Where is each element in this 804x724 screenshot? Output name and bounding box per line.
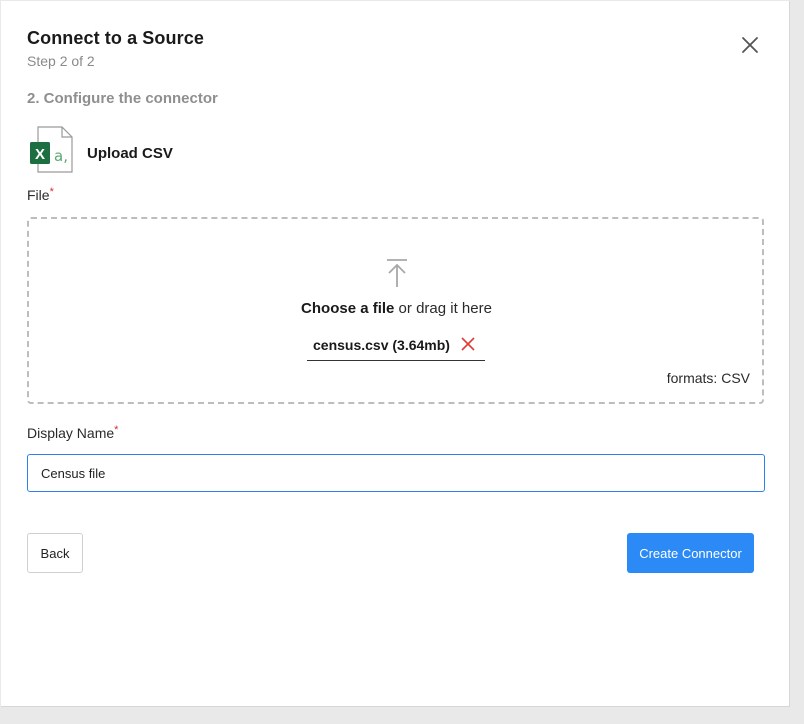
selected-file-name: census.csv (3.64mb): [313, 337, 450, 353]
required-mark: *: [49, 186, 54, 198]
display-name-input[interactable]: [27, 454, 765, 492]
back-button[interactable]: Back: [27, 533, 83, 573]
accepted-formats: formats: CSV: [666, 370, 750, 386]
choose-file-link[interactable]: Choose a file: [301, 300, 394, 317]
dialog-title: Connect to a Source: [27, 28, 204, 48]
excel-icon-letter: X: [35, 146, 45, 163]
close-button[interactable]: [738, 33, 762, 57]
display-name-label-text: Display Name: [27, 425, 115, 441]
connector-name: Upload CSV: [87, 145, 173, 162]
required-mark: *: [114, 424, 119, 436]
display-name-label: Display Name*: [27, 424, 119, 441]
file-field-label: File*: [27, 186, 54, 203]
upload-arrow-icon: [387, 259, 407, 287]
dropzone-instructions: Choose a file or drag it here: [29, 300, 764, 317]
file-dropzone[interactable]: Choose a file or drag it here census.csv…: [27, 217, 764, 404]
close-icon: [742, 37, 758, 53]
connect-source-dialog: Connect to a Source Step 2 of 2 2. Confi…: [1, 1, 790, 707]
excel-csv-file-icon: X a,: [28, 126, 74, 174]
remove-file-button[interactable]: [460, 336, 476, 352]
step-indicator: Step 2 of 2: [27, 53, 95, 69]
selected-file-chip: census.csv (3.64mb): [307, 333, 485, 361]
create-connector-button[interactable]: Create Connector: [627, 533, 754, 573]
file-label-text: File: [27, 187, 50, 203]
section-heading: 2. Configure the connector: [27, 90, 218, 107]
excel-icon-glyph: a,: [54, 147, 68, 165]
drag-text: or drag it here: [394, 300, 492, 317]
remove-x-icon: [461, 337, 475, 351]
